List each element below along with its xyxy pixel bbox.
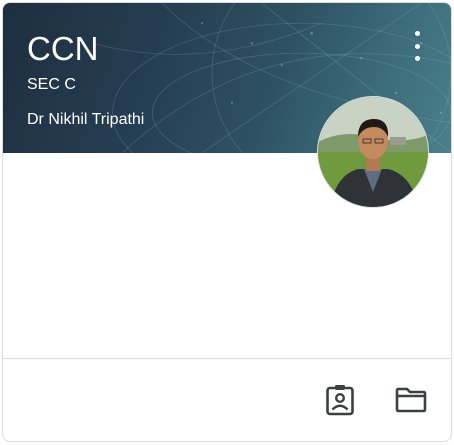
open-class-folder-button[interactable]	[394, 383, 428, 417]
class-title[interactable]: CCN	[27, 29, 99, 69]
more-vert-icon	[414, 31, 420, 36]
teacher-avatar	[317, 96, 429, 208]
more-options-button[interactable]	[405, 31, 429, 61]
folder-icon	[395, 387, 427, 413]
teacher-name[interactable]: Dr Nikhil Tripathi	[27, 110, 144, 130]
card-divider	[3, 358, 451, 359]
class-section[interactable]: SEC C	[27, 75, 76, 95]
assignment-ind-icon	[326, 385, 354, 416]
class-card[interactable]: CCN SEC C Dr Nikhil Tripathi	[2, 2, 452, 442]
open-your-work-button[interactable]	[323, 383, 357, 417]
more-vert-icon-dot	[414, 43, 420, 49]
more-vert-icon-dot	[414, 56, 420, 61]
